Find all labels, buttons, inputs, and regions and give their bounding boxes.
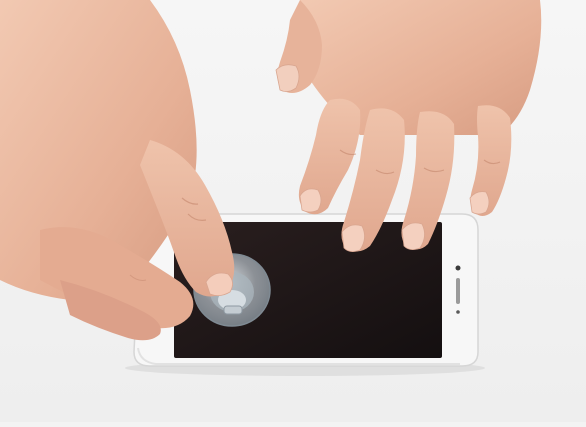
photo-scene (0, 0, 586, 422)
earpiece (456, 278, 460, 304)
photo-illustration (0, 0, 586, 422)
sensor-dot (456, 310, 460, 314)
front-camera (455, 265, 461, 271)
